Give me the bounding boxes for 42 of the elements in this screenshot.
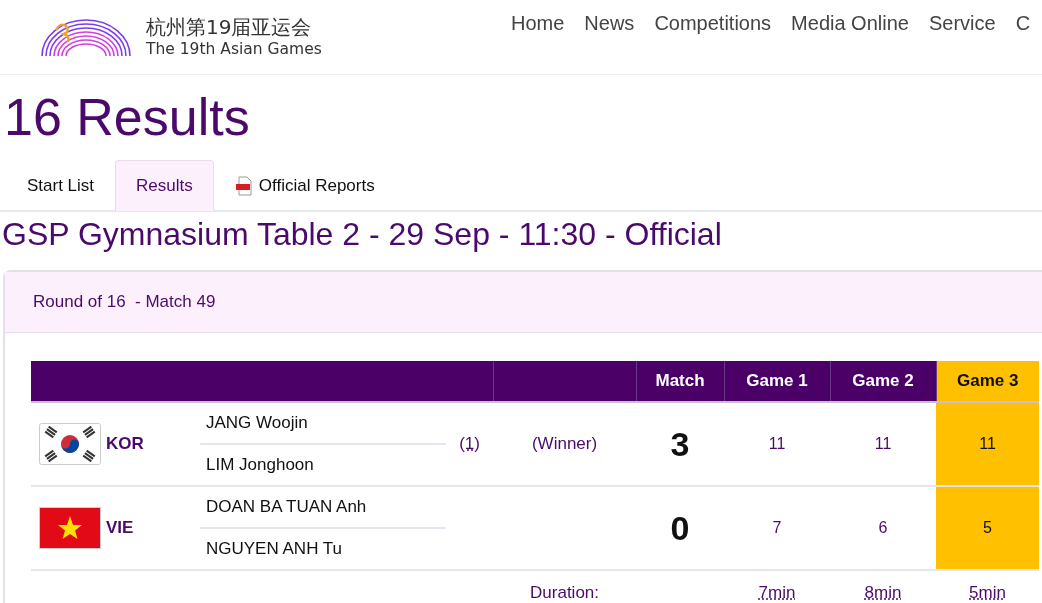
duration-label: Duration:: [530, 583, 599, 602]
game-score: 5: [983, 519, 992, 536]
nav-link[interactable]: C: [1015, 12, 1031, 35]
column-header: Game 1: [724, 361, 831, 402]
game-score: 11: [768, 435, 786, 452]
column-header: Game 3: [936, 361, 1040, 402]
seed-link[interactable]: (1): [459, 434, 480, 453]
game-score: 6: [878, 519, 888, 536]
result-text: (Winner): [531, 434, 598, 453]
match-title: Round of 16 - Match 49: [33, 292, 216, 312]
match-score: 0: [670, 508, 690, 547]
game-duration: 5min: [969, 583, 1006, 602]
nav-link[interactable]: Home: [511, 12, 565, 35]
column-header: Match: [636, 361, 725, 402]
country-code: VIE: [106, 518, 134, 538]
player-name: LIM Jonghoon: [205, 454, 315, 476]
tab[interactable]: Official Reports: [213, 160, 396, 211]
game-score: 7: [772, 519, 782, 536]
logo-icon: [38, 16, 134, 58]
logo-text: The 19th Asian Games: [146, 39, 322, 59]
game-score: 11: [874, 435, 892, 452]
nav-link[interactable]: Competitions: [654, 12, 772, 35]
page-title: 16 Results: [4, 87, 251, 148]
player-name: NGUYEN ANH Tu: [205, 538, 344, 560]
tab[interactable]: Start List: [6, 160, 116, 211]
column-header: Game 2: [830, 361, 937, 402]
flag-icon: [39, 423, 101, 465]
game-duration: 7min: [758, 583, 796, 602]
match-score: 3: [670, 424, 690, 463]
nav-link[interactable]: Media Online: [791, 12, 909, 35]
game-duration: 8min: [864, 583, 902, 602]
game-score: 11: [979, 435, 996, 452]
flag-icon: [39, 507, 101, 549]
player-name: JANG Woojin: [200, 403, 446, 445]
nav-link[interactable]: Service: [928, 12, 996, 35]
pdf-icon: [234, 176, 255, 196]
tab[interactable]: Results: [115, 160, 214, 211]
logo-chinese-text: 杭州第19届亚运会: [146, 15, 313, 39]
player-name: DOAN BA TUAN Anh: [200, 487, 446, 529]
nav-link[interactable]: News: [584, 12, 635, 35]
session-title: GSP Gymnasium Table 2 - 29 Sep - 11:30 - Official: [2, 215, 723, 254]
country-code: KOR: [106, 434, 144, 454]
